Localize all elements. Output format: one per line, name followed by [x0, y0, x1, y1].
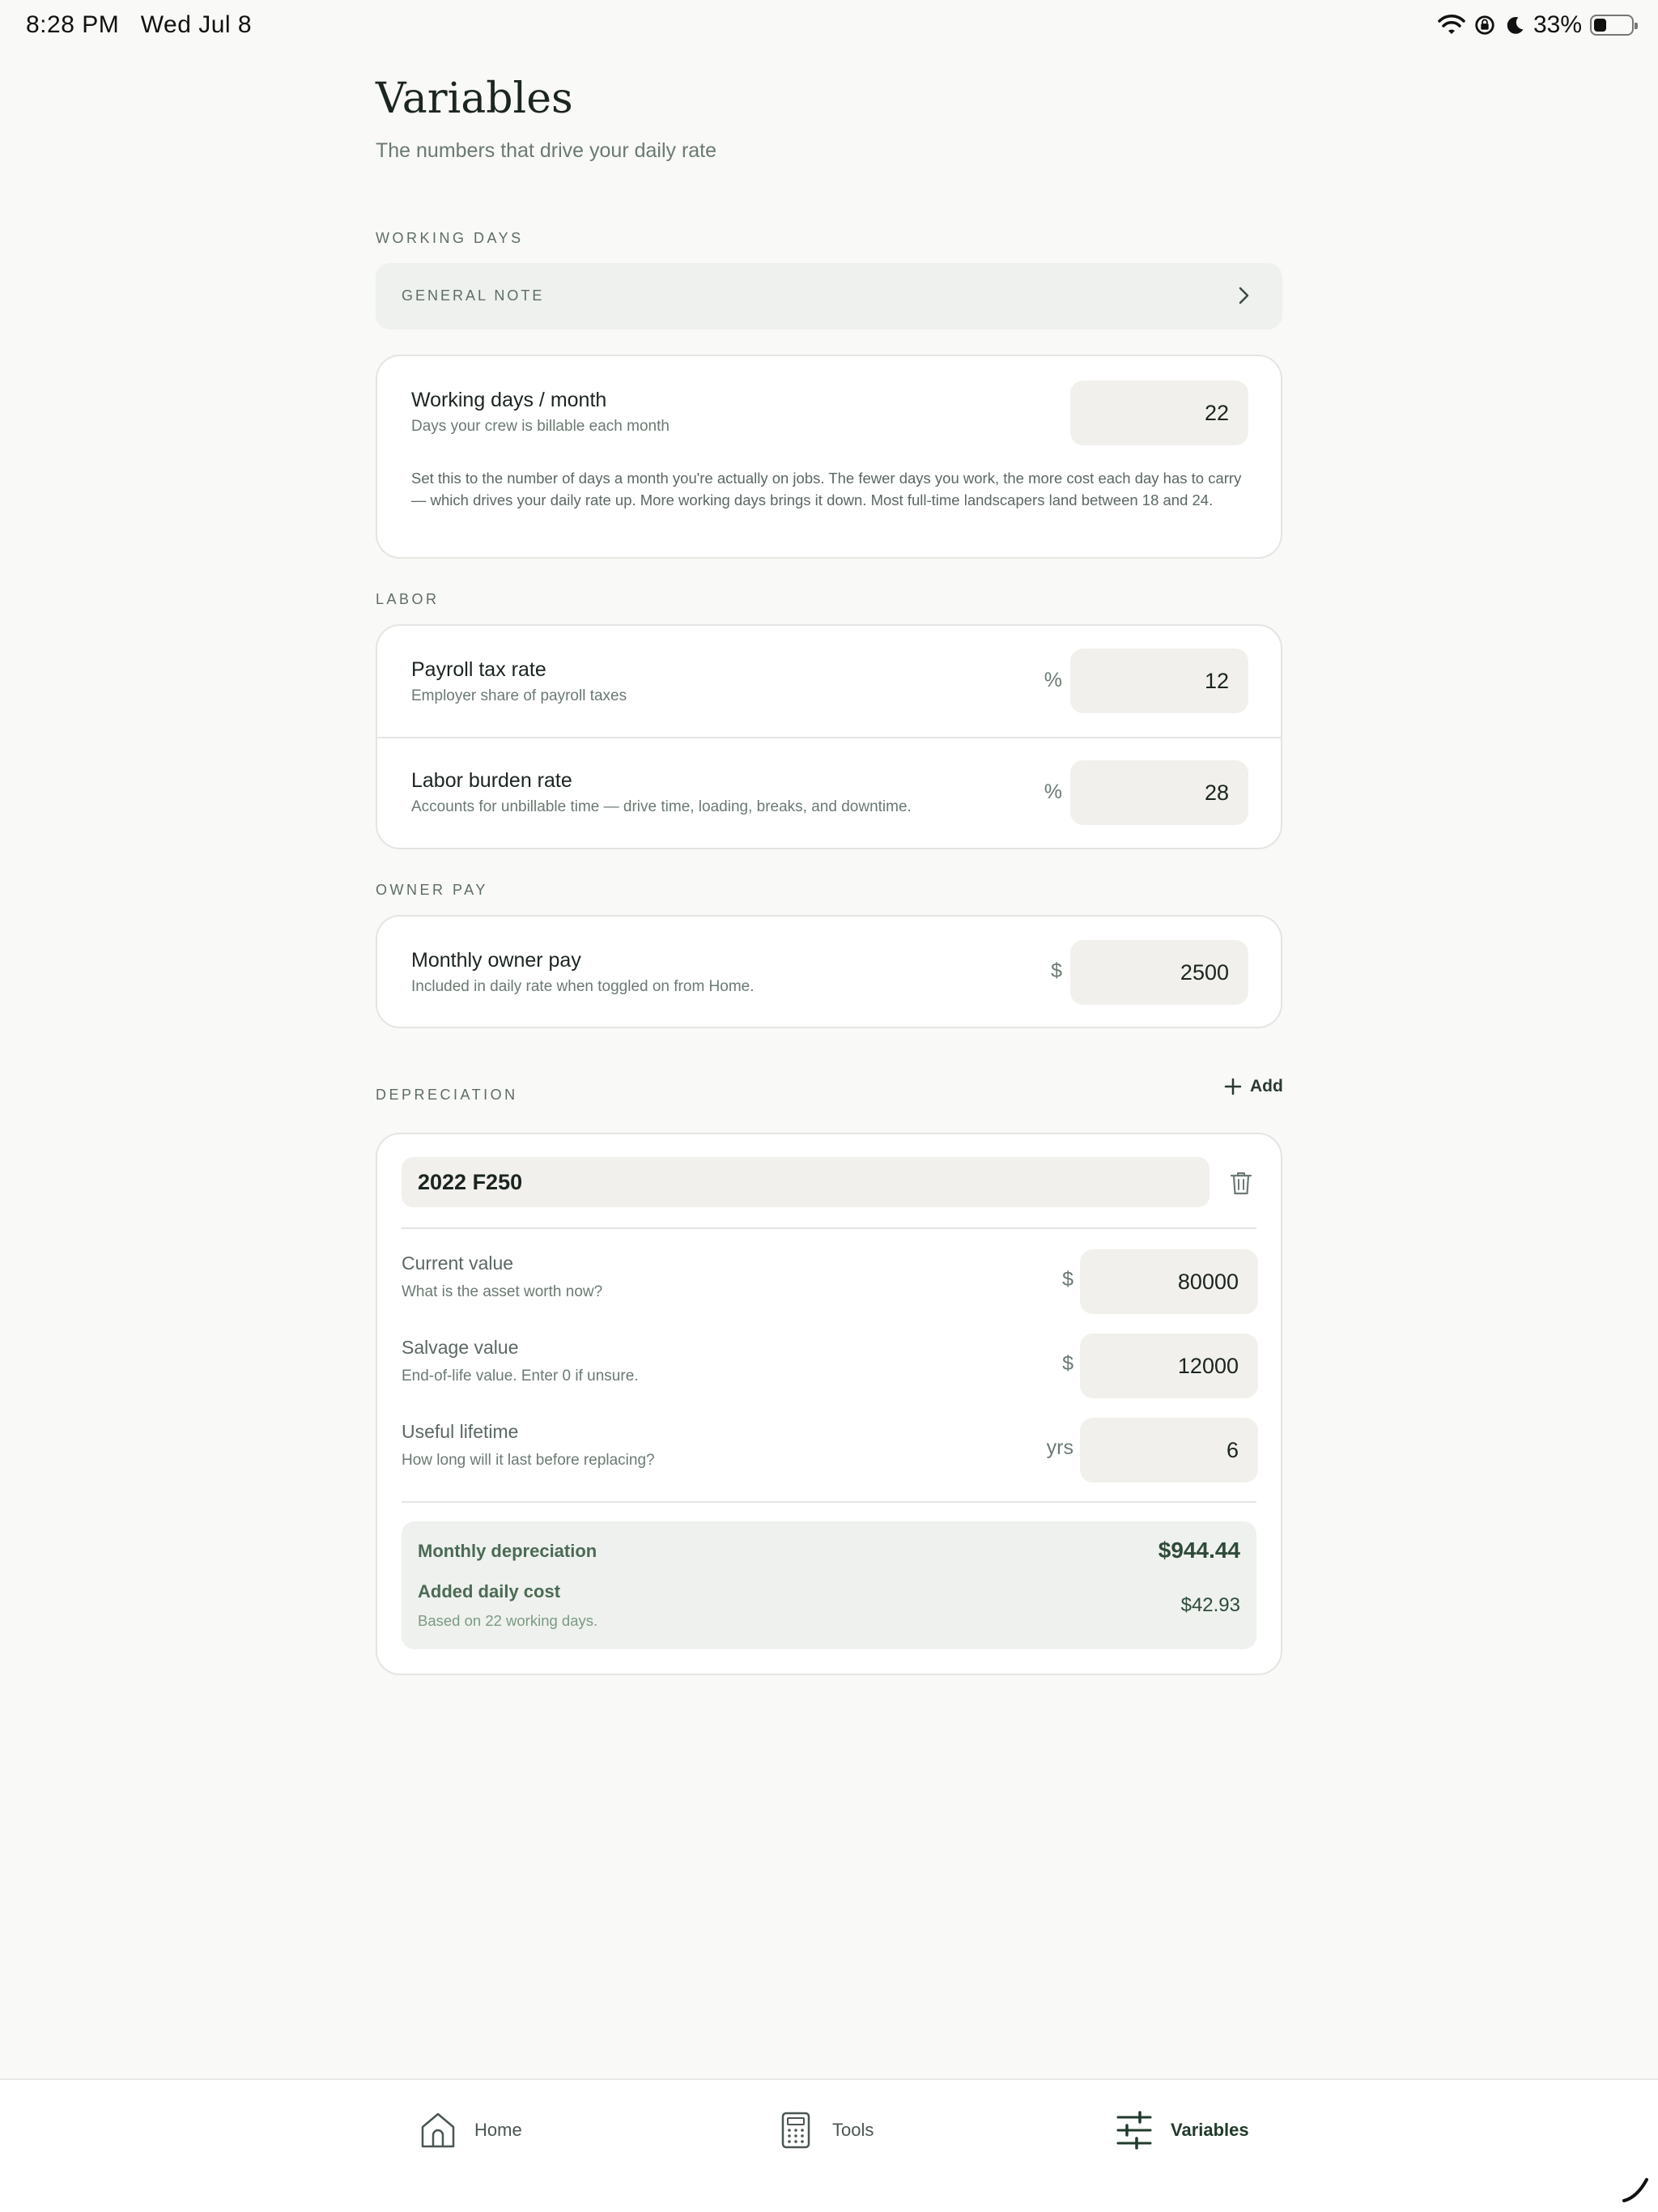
- depreciation-asset-card: 2022 F250 Current value What is the asse…: [376, 1133, 1282, 1675]
- working-days-description: Days your crew is billable each month: [411, 418, 670, 435]
- tab-variables[interactable]: Variables: [1116, 2111, 1249, 2150]
- payroll-tax-description: Employer share of payroll taxes: [411, 687, 627, 704]
- payroll-tax-input[interactable]: 12: [1070, 649, 1248, 713]
- sliders-icon: [1116, 2111, 1152, 2150]
- rotation-lock-icon: [1475, 15, 1494, 35]
- working-days-card: Working days / month Days your crew is b…: [376, 355, 1282, 559]
- section-label-owner-pay: OWNER PAY: [376, 882, 488, 898]
- plus-icon: [1224, 1078, 1242, 1095]
- moon-icon: [1507, 16, 1524, 34]
- tab-variables-label: Variables: [1171, 2120, 1249, 2140]
- useful-lifetime-title: Useful lifetime: [402, 1421, 519, 1442]
- working-days-title: Working days / month: [411, 389, 607, 411]
- dollar-unit: $: [1051, 959, 1062, 982]
- tab-tools-label: Tools: [832, 2120, 874, 2140]
- salvage-value-title: Salvage value: [402, 1337, 519, 1358]
- labor-card: Payroll tax rate Employer share of payro…: [376, 624, 1282, 849]
- labor-burden-title: Labor burden rate: [411, 769, 572, 792]
- status-time: 8:28 PM Wed Jul 8: [26, 11, 252, 39]
- years-unit: yrs: [1046, 1436, 1073, 1459]
- dollar-unit: $: [1062, 1352, 1073, 1375]
- home-indicator-icon: [1622, 2178, 1648, 2202]
- wifi-icon: [1438, 15, 1465, 34]
- monthly-depreciation-value: $944.44: [1158, 1538, 1240, 1563]
- labor-burden-row: Labor burden rate Accounts for unbillabl…: [377, 738, 1281, 848]
- dollar-unit: $: [1062, 1268, 1073, 1291]
- status-time-text: 8:28 PM: [26, 11, 120, 38]
- status-indicators: 33%: [1438, 11, 1638, 39]
- labor-burden-input[interactable]: 28: [1070, 760, 1248, 825]
- summary-divider: [402, 1501, 1256, 1503]
- current-value-description: What is the asset worth now?: [402, 1283, 603, 1300]
- useful-lifetime-input[interactable]: 6: [1080, 1418, 1258, 1482]
- payroll-tax-row: Payroll tax rate Employer share of payro…: [377, 626, 1281, 738]
- trash-icon[interactable]: [1229, 1170, 1253, 1196]
- tab-tools[interactable]: Tools: [777, 2111, 874, 2150]
- page-subtitle: The numbers that drive your daily rate: [376, 139, 717, 162]
- add-asset-label: Add: [1250, 1077, 1283, 1095]
- payroll-tax-title: Payroll tax rate: [411, 658, 546, 681]
- battery-level: [1594, 19, 1606, 32]
- asset-divider: [402, 1227, 1256, 1229]
- useful-lifetime-description: How long will it last before replacing?: [402, 1452, 655, 1469]
- monthly-depreciation-label: Monthly depreciation: [418, 1541, 597, 1561]
- salvage-value-description: End-of-life value. Enter 0 if unsure.: [402, 1368, 639, 1385]
- general-note-label: GENERAL NOTE: [402, 287, 545, 304]
- added-daily-cost-value: $42.93: [1180, 1594, 1240, 1616]
- section-label-depreciation: DEPRECIATION: [376, 1087, 518, 1103]
- working-days-input[interactable]: 22: [1070, 381, 1248, 445]
- owner-pay-title: Monthly owner pay: [411, 949, 581, 972]
- depreciation-summary: Monthly depreciation $944.44 Added daily…: [402, 1521, 1256, 1649]
- status-bar: 8:28 PM Wed Jul 8 33%: [0, 0, 1658, 52]
- tab-home-label: Home: [474, 2120, 522, 2140]
- added-daily-cost-label: Added daily cost: [418, 1581, 561, 1602]
- tab-bar: Home Tools Variables: [0, 2078, 1658, 2212]
- general-note-button[interactable]: GENERAL NOTE: [376, 263, 1282, 330]
- asset-name-input[interactable]: 2022 F250: [402, 1157, 1209, 1207]
- page-title: Variables: [376, 74, 573, 123]
- working-days-note: Set this to the number of days a month y…: [411, 470, 1242, 508]
- owner-pay-card: Monthly owner pay Included in daily rate…: [376, 915, 1282, 1028]
- owner-pay-description: Included in daily rate when toggled on f…: [411, 978, 755, 995]
- tab-home[interactable]: Home: [419, 2111, 522, 2150]
- section-label-labor: LABOR: [376, 591, 440, 607]
- house-icon: [421, 2112, 455, 2148]
- current-value-title: Current value: [402, 1253, 514, 1274]
- status-date-text: Wed Jul 8: [140, 11, 253, 38]
- chevron-right-icon: [1239, 287, 1249, 304]
- battery-icon: [1590, 15, 1638, 36]
- salvage-value-input[interactable]: 12000: [1080, 1334, 1258, 1398]
- percent-unit: %: [1044, 781, 1062, 803]
- battery-percent: 33%: [1533, 11, 1582, 38]
- percent-unit: %: [1044, 669, 1062, 691]
- added-daily-cost-description: Based on 22 working days.: [418, 1612, 598, 1629]
- owner-pay-input[interactable]: 2500: [1070, 940, 1248, 1005]
- calculator-icon: [781, 2112, 810, 2149]
- add-asset-button[interactable]: Add: [1224, 1077, 1283, 1096]
- section-label-working-days: WORKING DAYS: [376, 230, 524, 246]
- labor-burden-description: Accounts for unbillable time — drive tim…: [411, 798, 912, 815]
- current-value-input[interactable]: 80000: [1080, 1249, 1258, 1314]
